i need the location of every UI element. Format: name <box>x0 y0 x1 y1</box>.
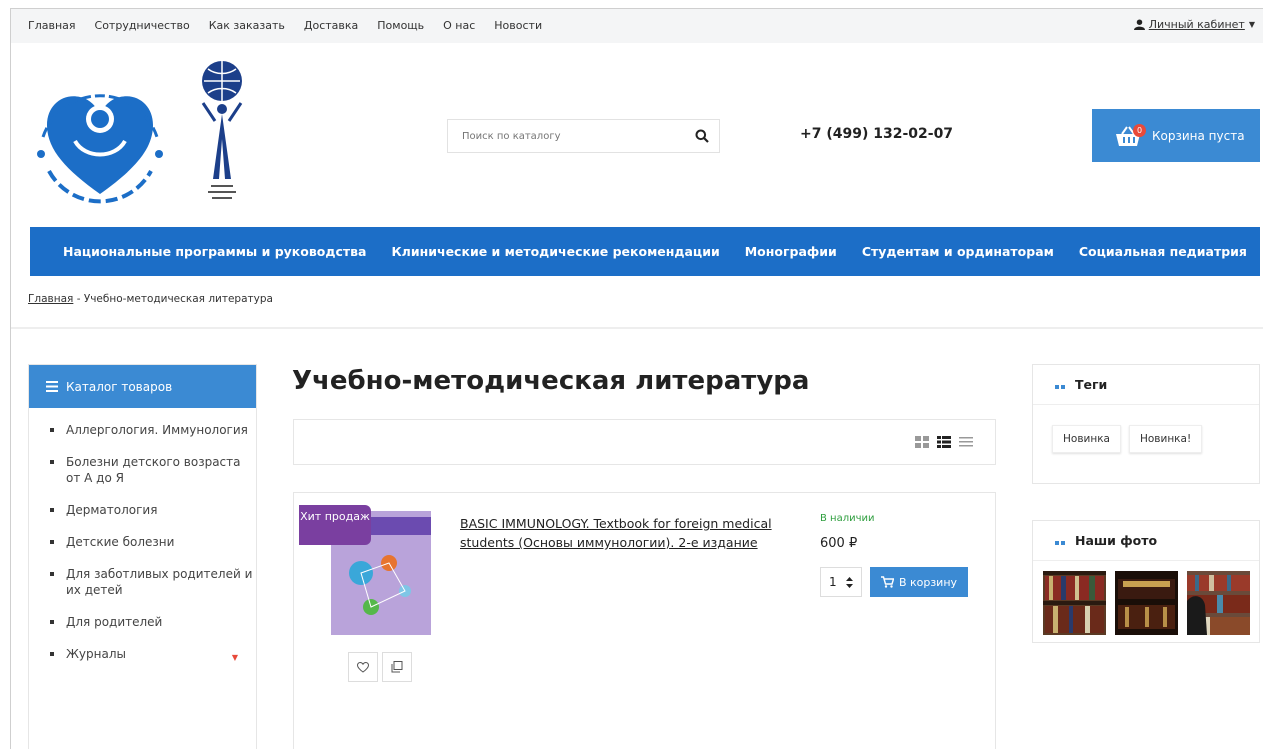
sidebar-item-label: Аллергология. Иммунология <box>66 423 248 437</box>
nav-item-national-programs[interactable]: Национальные программы и руководства <box>63 244 366 259</box>
sidebar-item-childrens-diseases[interactable]: Детские болезни <box>46 534 256 550</box>
top-link-how-to-order[interactable]: Как заказать <box>209 19 285 32</box>
user-icon <box>1133 19 1145 30</box>
cart-button[interactable]: 0 Корзина пуста <box>1092 109 1260 162</box>
tags-title: Теги <box>1075 377 1108 392</box>
bullet-icon <box>50 428 54 432</box>
top-link-home[interactable]: Главная <box>28 19 76 32</box>
top-link-help[interactable]: Помощь <box>377 19 424 32</box>
compact-view-icon[interactable] <box>959 436 973 448</box>
product-title-link[interactable]: BASIC IMMUNOLOGY. Textbook for foreign m… <box>460 514 800 552</box>
nav-item-monographs[interactable]: Монографии <box>745 244 837 259</box>
sidebar-item-dermatology[interactable]: Дерматология <box>46 502 256 518</box>
top-nav: Главная Сотрудничество Как заказать Дост… <box>28 19 542 32</box>
product-price: 600 ₽ <box>820 536 858 551</box>
quantity-stepper[interactable]: 1 <box>820 567 862 597</box>
publisher-logo[interactable] <box>25 59 175 215</box>
sidebar-item-allergology[interactable]: Аллергология. Иммунология <box>46 422 256 438</box>
bullet-icon <box>50 652 54 656</box>
photos-header: Наши фото <box>1033 521 1259 561</box>
top-link-news[interactable]: Новости <box>494 19 542 32</box>
bullet-icon <box>50 460 54 464</box>
tag-new[interactable]: Новинка <box>1052 425 1121 453</box>
sidebar-item-journals[interactable]: Журналы ▼ <box>46 646 256 662</box>
squares-icon <box>1055 377 1067 392</box>
page-frame: Главная Сотрудничество Как заказать Дост… <box>10 8 1263 749</box>
top-link-delivery[interactable]: Доставка <box>304 19 358 32</box>
photo-bookshelf-3[interactable] <box>1187 571 1250 635</box>
account-label: Личный кабинет <box>1148 18 1245 31</box>
add-to-cart-label: В корзину <box>898 575 958 589</box>
top-link-about[interactable]: О нас <box>443 19 475 32</box>
list-view-icon[interactable] <box>937 436 951 448</box>
breadcrumb-current: Учебно-методическая литература <box>83 293 273 305</box>
photo-row <box>1033 561 1259 635</box>
search-box <box>447 119 720 153</box>
photo-bookshelf-1[interactable] <box>1043 571 1106 635</box>
breadcrumb: Главная - Учебно-методическая литература <box>28 293 273 305</box>
page-title: Учебно-методическая литература <box>292 366 810 396</box>
catalog-list: Аллергология. Иммунология Болезни детско… <box>29 408 256 662</box>
sidebar-item-label: Дерматология <box>66 503 158 517</box>
top-bar: Главная Сотрудничество Как заказать Дост… <box>11 9 1263 43</box>
quantity-value: 1 <box>829 575 837 589</box>
main-nav: Национальные программы и руководства Кли… <box>30 227 1260 276</box>
tags-header: Теги <box>1033 365 1259 405</box>
photo-bookshelf-2[interactable] <box>1115 571 1178 635</box>
basket-icon: 0 <box>1114 123 1146 148</box>
bullet-icon <box>50 572 54 576</box>
nav-item-social-pediatrics[interactable]: Социальная педиатрия <box>1079 244 1247 259</box>
squares-icon <box>1055 533 1067 548</box>
photos-widget: Наши фото <box>1032 520 1260 643</box>
cart-icon <box>880 576 894 588</box>
divider <box>11 327 1263 329</box>
search-icon[interactable] <box>695 129 709 143</box>
catalog-title: Каталог товаров <box>66 379 173 394</box>
catalog-header[interactable]: Каталог товаров <box>29 365 256 408</box>
cart-count-badge: 0 <box>1133 123 1146 137</box>
tag-list: Новинка Новинка! <box>1033 405 1259 453</box>
search-input[interactable] <box>448 120 678 152</box>
sidebar-item-parents[interactable]: Для родителей <box>46 614 256 630</box>
cart-label: Корзина пуста <box>1152 128 1245 143</box>
sidebar-item-childhood-diseases-a-z[interactable]: Болезни детского возраста от А до Я <box>46 454 256 486</box>
sidebar-item-label: Для заботливых родителей и их детей <box>66 567 253 597</box>
account-menu[interactable]: Личный кабинет ▼ <box>1133 18 1255 31</box>
expand-arrow-icon[interactable]: ▼ <box>232 650 238 666</box>
bullet-icon <box>50 540 54 544</box>
top-link-cooperation[interactable]: Сотрудничество <box>95 19 190 32</box>
catalog-sidebar: Каталог товаров Аллергология. Иммунологи… <box>28 364 257 749</box>
view-switcher <box>915 436 973 448</box>
sidebar-item-label: Для родителей <box>66 615 163 629</box>
nav-item-clinical-guidelines[interactable]: Клинические и методические рекомендации <box>391 244 719 259</box>
menu-icon <box>46 381 58 392</box>
heart-icon <box>357 661 369 673</box>
sidebar-item-caring-parents[interactable]: Для заботливых родителей и их детей <box>46 566 256 598</box>
bullet-icon <box>50 508 54 512</box>
breadcrumb-home-link[interactable]: Главная <box>28 293 73 305</box>
stock-status: В наличии <box>820 513 875 524</box>
breadcrumb-separator: - <box>73 293 84 305</box>
favorite-button[interactable] <box>348 652 378 682</box>
sidebar-item-label: Журналы <box>66 647 126 661</box>
bullet-icon <box>50 620 54 624</box>
caret-down-icon: ▼ <box>1248 20 1255 29</box>
sidebar-item-label: Детские болезни <box>66 535 175 549</box>
sidebar-item-label: Болезни детского возраста от А до Я <box>66 455 241 485</box>
add-to-cart-button[interactable]: В корзину <box>870 567 968 597</box>
compare-button[interactable] <box>382 652 412 682</box>
grid-view-icon[interactable] <box>915 436 929 448</box>
compare-icon <box>391 661 403 673</box>
union-logo[interactable] <box>191 59 253 209</box>
tags-widget: Теги Новинка Новинка! <box>1032 364 1260 484</box>
view-toolbar <box>293 419 996 465</box>
hit-badge: Хит продаж <box>299 505 371 545</box>
stepper-arrows-icon[interactable] <box>846 576 853 588</box>
photos-title: Наши фото <box>1075 533 1158 548</box>
nav-item-students[interactable]: Студентам и ординаторам <box>862 244 1054 259</box>
phone-number[interactable]: +7 (499) 132-02-07 <box>800 126 953 142</box>
product-card: Хит продаж BASIC IMMUNOLOGY. Textbook fo… <box>293 492 996 749</box>
tag-new-exclaim[interactable]: Новинка! <box>1128 425 1203 453</box>
